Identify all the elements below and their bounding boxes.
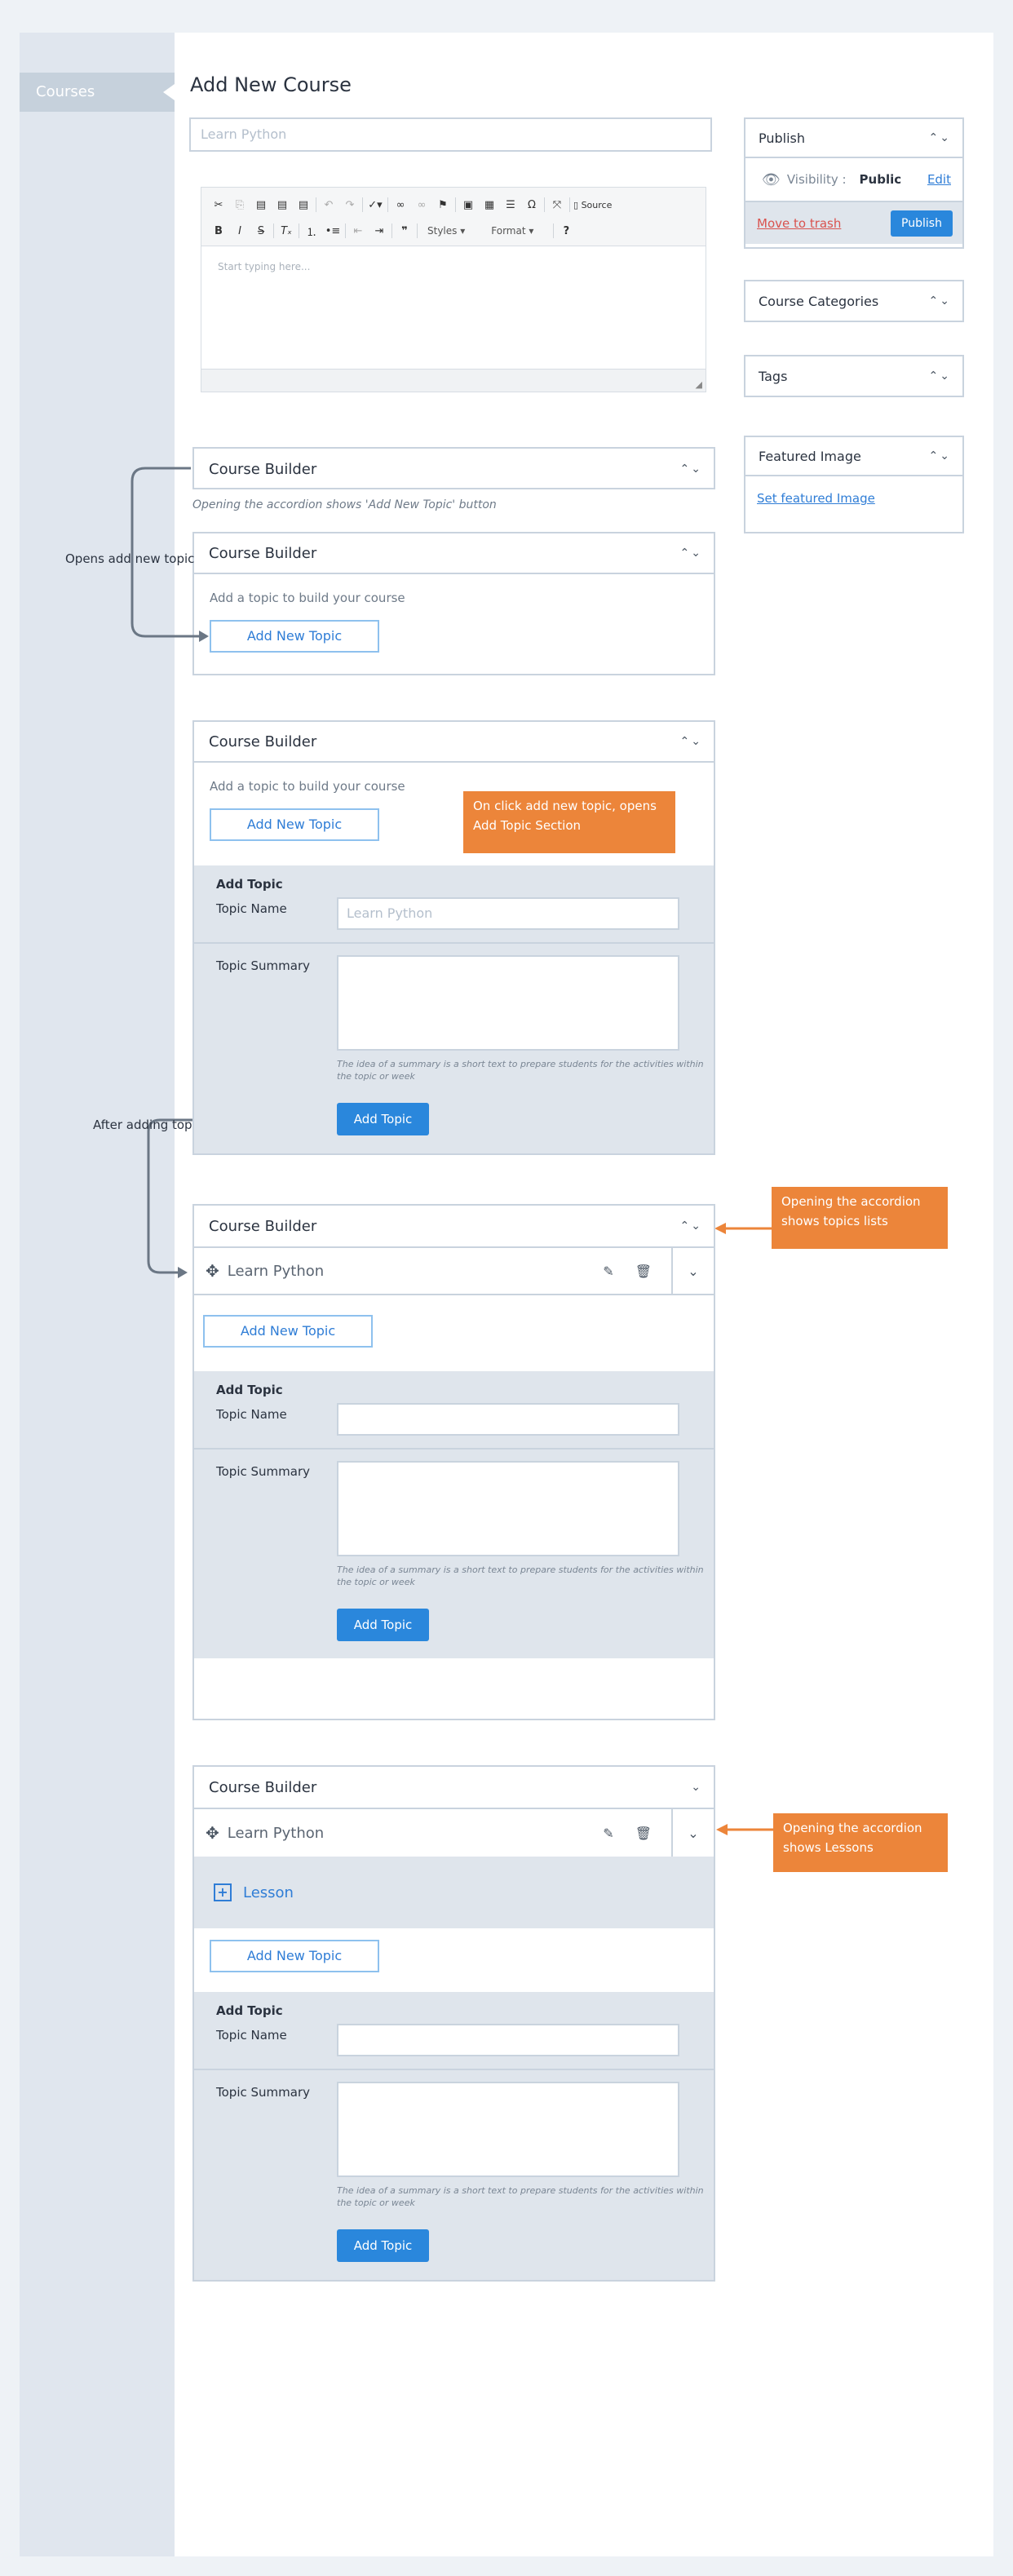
course-builder-lessons: Course Builder ⌄ ✥ Learn Python ✎ 🗑 ⌄ + … xyxy=(192,1765,715,2282)
add-new-topic-button[interactable]: Add New Topic xyxy=(203,1315,373,1348)
summary-help-line: The idea of a summary is a short text to… xyxy=(337,1565,704,1575)
add-new-topic-area: Add New Topic xyxy=(194,1928,714,1992)
callout-text: shows topics lists xyxy=(781,1214,888,1228)
add-topic-section: Add Topic Topic Name Topic Summary The i… xyxy=(194,1992,714,2280)
collapse-toggle-icon[interactable]: ⌃⌄ xyxy=(680,735,702,748)
add-topic-heading: Add Topic xyxy=(216,2003,283,2018)
drag-handle-icon[interactable]: ✥ xyxy=(206,1823,219,1843)
callout-text: Opening the accordion xyxy=(781,1194,921,1209)
callout-text: Opening the accordion xyxy=(783,1821,922,1835)
add-topic-button[interactable]: Add Topic xyxy=(337,1609,429,1641)
add-topic-heading: Add Topic xyxy=(216,1383,283,1397)
topic-name-label: Topic Name xyxy=(216,2028,287,2043)
topic-name-input[interactable] xyxy=(337,1403,679,1436)
add-new-topic-button[interactable]: Add New Topic xyxy=(210,1940,379,1972)
summary-help-line: The idea of a summary is a short text to… xyxy=(337,1059,704,1069)
arrow-head xyxy=(178,1267,188,1278)
trash-icon[interactable]: 🗑 xyxy=(635,1826,652,1841)
summary-help-line: The idea of a summary is a short text to… xyxy=(337,2185,704,2196)
collapse-toggle-icon[interactable]: ⌄ xyxy=(691,1781,702,1794)
section-divider xyxy=(194,2069,714,2070)
topic-summary-textarea[interactable] xyxy=(337,955,679,1051)
course-builder-topics: Course Builder ⌃⌄ ✥ Learn Python ✎ 🗑 ⌄ A… xyxy=(192,1204,715,1720)
summary-help-text: The idea of a summary is a short text to… xyxy=(337,2184,704,2209)
topic-title: Learn Python xyxy=(227,1824,325,1842)
add-topic-heading: Add Topic xyxy=(216,877,283,892)
add-new-topic-button[interactable]: Add New Topic xyxy=(210,808,379,841)
add-topic-button[interactable]: Add Topic xyxy=(337,2229,429,2262)
expand-topic-button[interactable]: ⌄ xyxy=(671,1809,714,1857)
arrow-head xyxy=(716,1824,728,1835)
callout-text: shows Lessons xyxy=(783,1840,874,1855)
edit-pencil-icon[interactable]: ✎ xyxy=(603,1264,613,1279)
add-topic-section: Add Topic Topic Name Learn Python Topic … xyxy=(194,865,714,1153)
add-lesson-icon[interactable]: + xyxy=(214,1883,232,1901)
topic-summary-label: Topic Summary xyxy=(216,958,310,973)
topic-name-input[interactable]: Learn Python xyxy=(337,897,679,930)
course-builder-title: Course Builder xyxy=(209,1778,317,1796)
arrow-head xyxy=(714,1223,726,1234)
drag-handle-icon[interactable]: ✥ xyxy=(206,1261,219,1281)
summary-help-text: The idea of a summary is a short text to… xyxy=(337,1058,704,1082)
annotation-after-adding-topic: After adding topic xyxy=(93,1118,202,1132)
topic-row[interactable]: ✥ Learn Python ✎ 🗑 ⌄ xyxy=(194,1246,714,1295)
builder-hint: Add a topic to build your course xyxy=(210,779,405,794)
topic-name-label: Topic Name xyxy=(216,1407,287,1422)
trash-icon[interactable]: 🗑 xyxy=(635,1264,652,1279)
course-builder-add-topic: Course Builder ⌃⌄ Add a topic to build y… xyxy=(192,720,715,1155)
topic-name-input[interactable] xyxy=(337,2024,679,2056)
summary-help-text: The idea of a summary is a short text to… xyxy=(337,1564,704,1588)
topic-summary-textarea[interactable] xyxy=(337,2082,679,2177)
topic-title: Learn Python xyxy=(227,1262,325,1280)
course-builder-title: Course Builder xyxy=(209,733,317,750)
section-divider xyxy=(194,942,714,944)
section-divider xyxy=(194,1448,714,1450)
lesson-row[interactable]: + Lesson xyxy=(194,1857,714,1928)
annotation-opens-add-new-topic: Opens add new topic xyxy=(65,551,195,566)
course-builder-title: Course Builder xyxy=(209,1217,317,1235)
topic-summary-textarea[interactable] xyxy=(337,1461,679,1556)
expand-topic-button[interactable]: ⌄ xyxy=(671,1247,714,1295)
arrow-head xyxy=(199,631,209,642)
callout-topics-list: Opening the accordion shows topics lists xyxy=(772,1187,948,1249)
topic-name-label: Topic Name xyxy=(216,901,287,916)
collapse-toggle-icon[interactable]: ⌃⌄ xyxy=(680,1219,702,1233)
edit-pencil-icon[interactable]: ✎ xyxy=(603,1826,613,1841)
lesson-label: Lesson xyxy=(243,1883,294,1901)
add-topic-button[interactable]: Add Topic xyxy=(337,1103,429,1135)
topic-summary-label: Topic Summary xyxy=(216,2085,310,2100)
summary-help-line: the topic or week xyxy=(337,2198,415,2208)
add-topic-section: Add Topic Topic Name Topic Summary The i… xyxy=(194,1371,714,1658)
callout-text: Add Topic Section xyxy=(473,818,582,833)
callout-add-topic-section: On click add new topic, opens Add Topic … xyxy=(463,791,675,853)
summary-help-line: the topic or week xyxy=(337,1577,415,1587)
topic-row[interactable]: ✥ Learn Python ✎ 🗑 ⌄ xyxy=(194,1808,714,1857)
summary-help-line: the topic or week xyxy=(337,1071,415,1082)
callout-lessons: Opening the accordion shows Lessons xyxy=(773,1813,948,1872)
topic-summary-label: Topic Summary xyxy=(216,1464,310,1479)
callout-text: On click add new topic, opens xyxy=(473,799,657,813)
